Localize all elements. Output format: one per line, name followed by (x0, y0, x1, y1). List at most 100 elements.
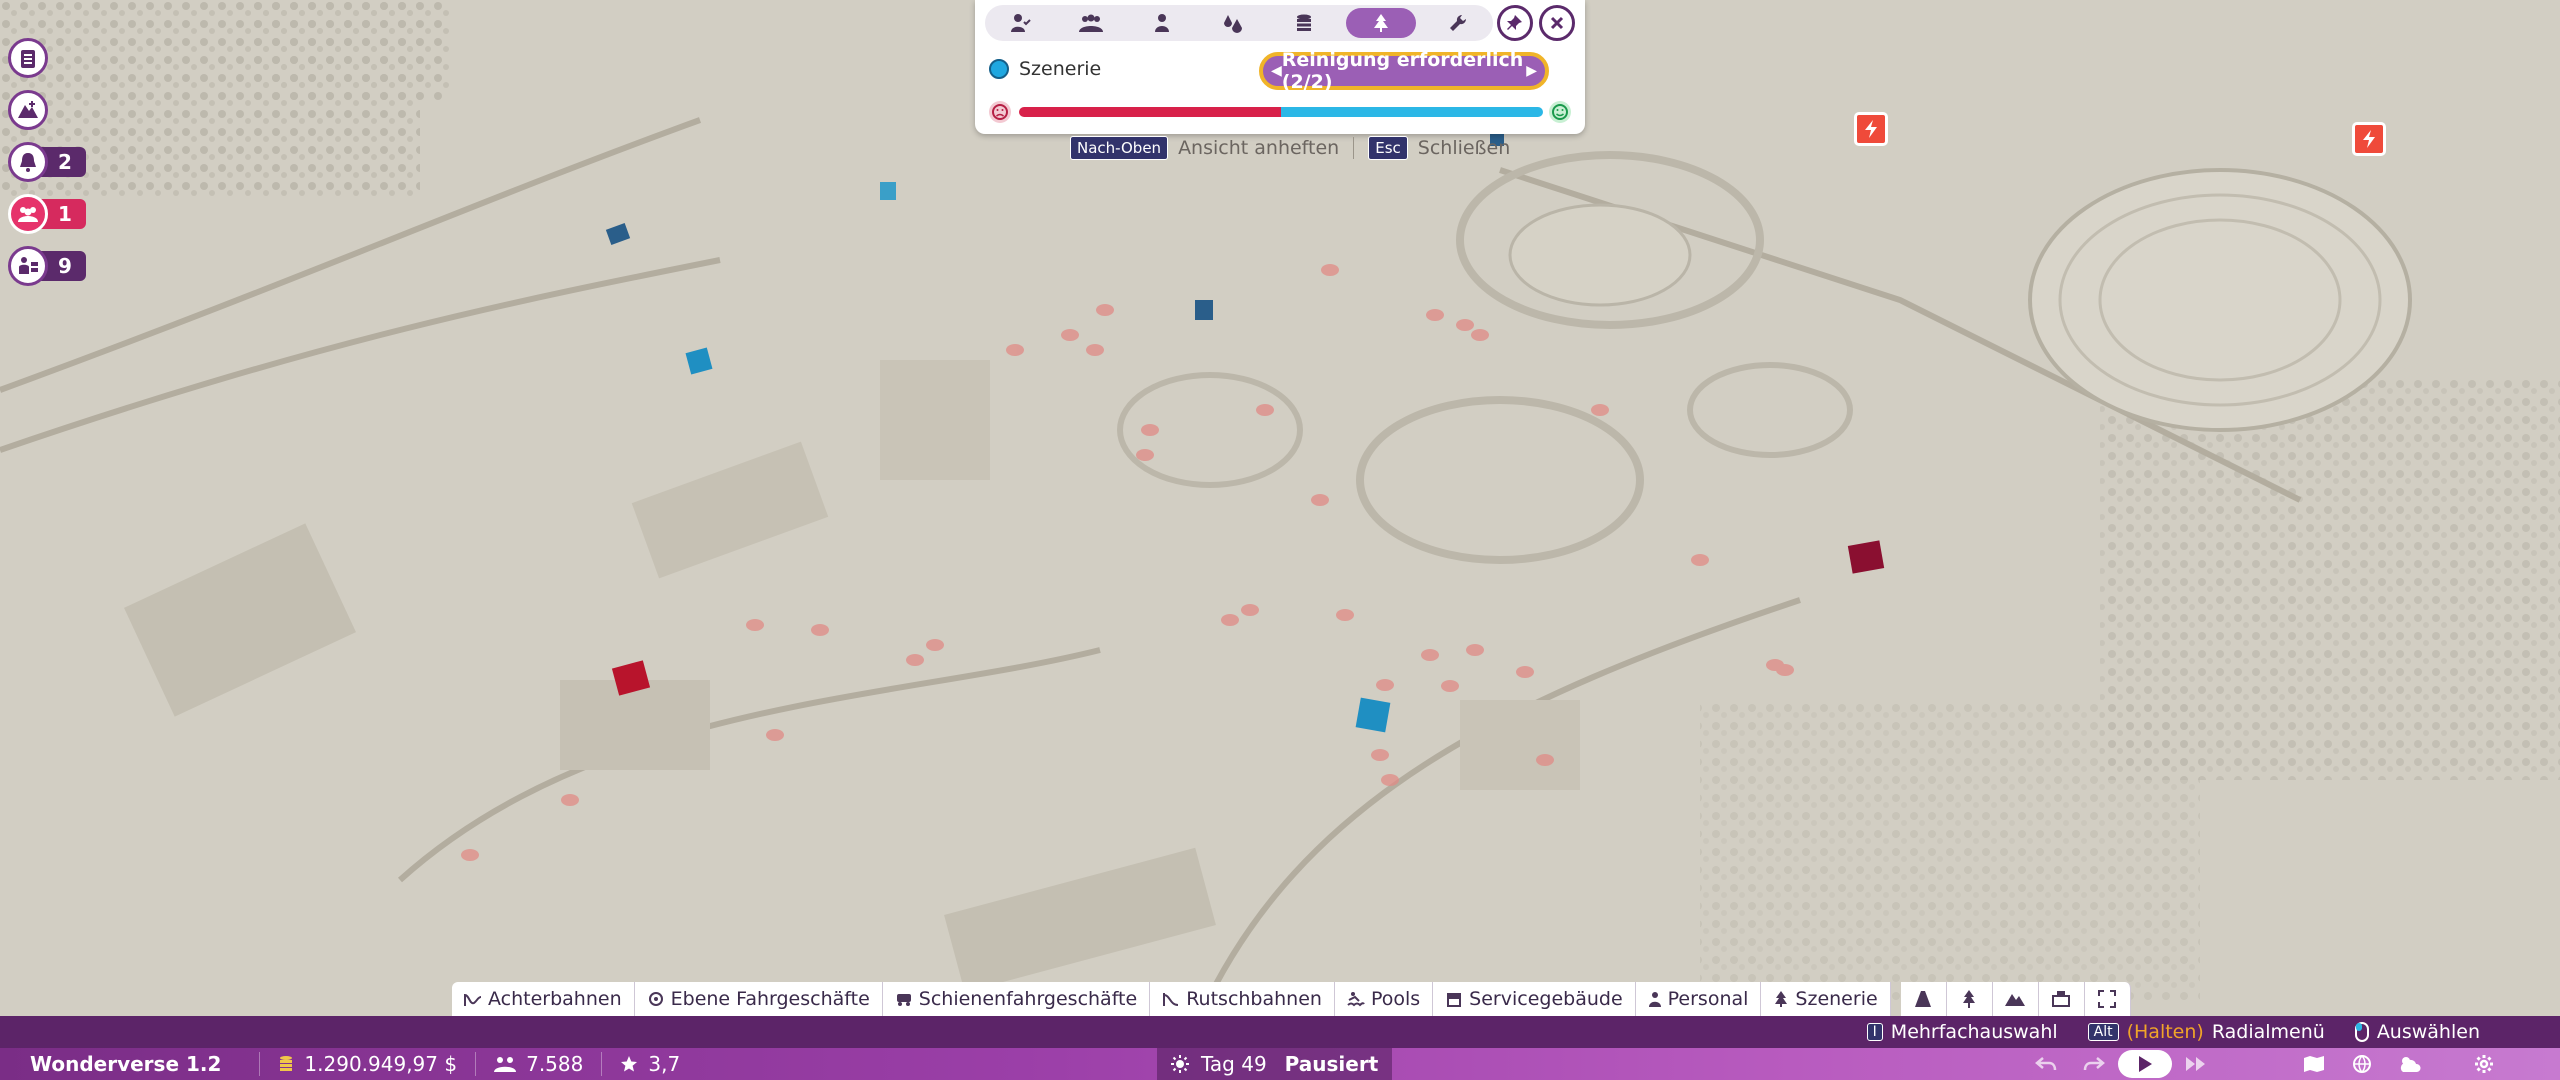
wrench-icon (1450, 14, 1467, 32)
track-ride-icon (896, 994, 911, 1006)
radial-key: Alt (2087, 1023, 2119, 1041)
day-label: Tag 49 (1201, 1052, 1267, 1076)
coins-icon (280, 1056, 293, 1071)
view-options (2290, 1048, 2508, 1080)
guests-stat[interactable]: 7.588 (475, 1052, 583, 1076)
breakdown-alert-marker[interactable] (2352, 122, 2386, 156)
map-view-button[interactable] (2290, 1055, 2338, 1073)
breakdown-alert-marker[interactable] (1854, 112, 1888, 146)
scenery-icon (1775, 991, 1788, 1007)
fullscreen-button[interactable] (2084, 982, 2131, 1016)
extra-tools (1900, 982, 2131, 1016)
money-stat[interactable]: 1.290.949,97 $ (259, 1052, 457, 1076)
notification-stack: 2 1 9 (8, 38, 86, 298)
mouse-icon (2354, 1022, 2369, 1042)
weather-button[interactable] (2386, 1055, 2434, 1073)
gear-icon (2475, 1055, 2493, 1073)
category-pools[interactable]: Pools (1334, 982, 1434, 1016)
play-button[interactable] (2118, 1050, 2172, 1078)
notifications-button[interactable]: 2 (8, 142, 86, 182)
pin-hint-label: Ansicht anheften (1178, 137, 1340, 159)
heatmap-toggle-button[interactable] (2338, 1054, 2386, 1074)
redo-icon (2083, 1057, 2105, 1071)
guest-happy-icon (1011, 14, 1031, 32)
category-service-buildings[interactable]: Servicegebäude (1433, 982, 1636, 1016)
park-name[interactable]: Wonderverse 1.2 (30, 1052, 221, 1076)
prev-mode-arrow-icon[interactable]: ◀ (1271, 63, 1282, 79)
heatmap-category-label: Szenerie (1019, 58, 1102, 80)
category-track-rides[interactable]: Schienenfahrgeschäfte (882, 982, 1151, 1016)
scenery-color-dot (989, 59, 1009, 79)
fast-forward-button[interactable] (2172, 1050, 2220, 1078)
heatmap-panel: Szenerie ◀ Reinigung erforderlich (2/2) … (975, 0, 1585, 134)
trees-tool-button[interactable] (1946, 982, 1993, 1016)
guests-count-icon (494, 1057, 517, 1072)
next-mode-arrow-icon[interactable]: ▶ (1526, 63, 1537, 79)
terrain-tools-button[interactable] (8, 90, 84, 130)
multi-select-hint: I Mehrfachauswahl (1866, 1021, 2058, 1043)
pin-key-hint: Nach-Oben (1070, 136, 1169, 160)
needs-drop-icon (1224, 15, 1242, 33)
heatmap-mode-selector[interactable]: ◀ Reinigung erforderlich (2/2) ▶ (1259, 49, 1549, 93)
tab-finances[interactable] (1275, 8, 1333, 38)
tab-staff[interactable] (1133, 8, 1191, 38)
tab-guest-needs[interactable] (1204, 8, 1262, 38)
expand-icon (2098, 990, 2117, 1008)
shop-icon (1447, 993, 1462, 1007)
settings-button[interactable] (2460, 1054, 2508, 1074)
fast-forward-icon (2186, 1057, 2205, 1071)
category-scenery[interactable]: Szenerie (1761, 982, 1891, 1016)
select-hint: Auswählen (2354, 1021, 2480, 1043)
pause-state-label: Pausiert (1284, 1052, 1379, 1076)
person-icon (1155, 14, 1169, 32)
status-bar: Wonderverse 1.2 1.290.949,97 $ 7.588 3,7… (0, 1048, 2560, 1080)
heatmap-category-tabs (985, 5, 1493, 41)
path-icon (1915, 991, 1932, 1007)
tab-guest-happiness[interactable] (991, 8, 1049, 38)
scenery-tab-icon (1374, 14, 1388, 32)
coins-icon (1297, 14, 1311, 31)
heatmap-legend-positive (1281, 107, 1543, 117)
rating-stat[interactable]: 3,7 (601, 1052, 680, 1076)
hint-divider (1353, 137, 1355, 159)
staff-tasks-button[interactable]: 9 (8, 246, 86, 286)
category-slides[interactable]: Rutschbahnen (1150, 982, 1335, 1016)
park-management-button[interactable] (8, 38, 84, 78)
coaster-icon (464, 993, 482, 1006)
crowd-icon (1079, 14, 1103, 32)
tab-maintenance[interactable] (1429, 8, 1487, 38)
tab-scenery[interactable] (1346, 8, 1416, 38)
pin-view-button[interactable] (1497, 5, 1533, 41)
paths-tool-button[interactable] (1900, 982, 1947, 1016)
lightning-icon (1865, 120, 1877, 138)
bell-icon (8, 142, 48, 182)
play-icon (2139, 1056, 2152, 1072)
close-panel-button[interactable] (1539, 5, 1575, 41)
heatmap-legend-negative (1019, 107, 1281, 117)
lightning-icon (2363, 130, 2375, 148)
blueprints-tool-button[interactable] (2038, 982, 2085, 1016)
pin-icon (1507, 15, 1522, 30)
category-flat-rides[interactable]: Ebene Fahrgeschäfte (634, 982, 883, 1016)
heatmap-mode-label: Reinigung erforderlich (2/2) (1281, 49, 1524, 93)
heatmap-category: Szenerie (989, 58, 1101, 80)
terrain-tool-button[interactable] (1992, 982, 2039, 1016)
guest-alerts-button[interactable]: 1 (8, 194, 86, 234)
close-icon (1550, 16, 1564, 30)
park-stats: Wonderverse 1.2 1.290.949,97 $ 7.588 3,7 (30, 1048, 680, 1080)
build-category-bar: Achterbahnen Ebene Fahrgeschäfte Schiene… (452, 982, 2131, 1016)
redo-button[interactable] (2070, 1050, 2118, 1078)
tab-guest-density[interactable] (1062, 8, 1120, 38)
undo-button[interactable] (2022, 1050, 2070, 1078)
globe-icon (2353, 1055, 2371, 1073)
category-staff[interactable]: Personal (1635, 982, 1762, 1016)
mountain-icon (2005, 994, 2026, 1006)
category-coasters[interactable]: Achterbahnen (452, 982, 635, 1016)
date-status: Tag 49 Pausiert (1157, 1048, 1393, 1080)
map-icon (2304, 1056, 2324, 1072)
pool-icon (1347, 992, 1365, 1007)
staff-icon (1648, 992, 1661, 1007)
staff-tasks-icon (8, 246, 48, 286)
heatmap-legend-bar (1019, 107, 1543, 117)
game-speed-controls (2022, 1050, 2220, 1078)
